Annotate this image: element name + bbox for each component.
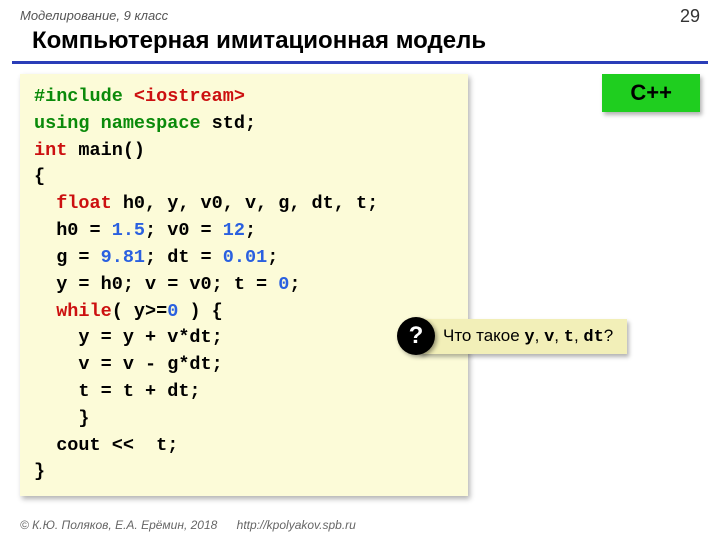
code-line: #include <iostream> [34,84,454,111]
code-line: cout << t; [34,433,454,460]
language-badge: C++ [602,74,700,112]
code-line: float h0, y, v0, v, g, dt, t; [34,191,454,218]
footer: © К.Ю. Поляков, Е.А. Ерёмин, 2018 http:/… [20,518,356,532]
content-area: C++ #include <iostream> using namespace … [0,74,720,496]
subject-label: Моделирование, 9 класс [0,0,720,23]
code-line: { [34,164,454,191]
code-line: g = 9.81; dt = 0.01; [34,245,454,272]
question-text: Что такое y, v, t, dt? [419,319,627,354]
code-line: h0 = 1.5; v0 = 12; [34,218,454,245]
code-line: t = t + dt; [34,379,454,406]
code-line: y = h0; v = v0; t = 0; [34,272,454,299]
code-line: int main() [34,138,454,165]
code-line: } [34,459,454,486]
footer-url: http://kpolyakov.spb.ru [237,518,356,532]
page-number: 29 [680,6,700,27]
code-line: y = y + v*dt; [34,325,454,352]
code-block: #include <iostream> using namespace std;… [20,74,468,496]
copyright: © К.Ю. Поляков, Е.А. Ерёмин, 2018 [20,518,217,532]
code-line: v = v - g*dt; [34,352,454,379]
code-line: } [34,406,454,433]
question-mark-icon: ? [397,317,435,355]
question-callout: ? Что такое y, v, t, dt? [397,317,627,355]
code-line: using namespace std; [34,111,454,138]
code-line: while( y>=0 ) { [34,299,454,326]
page-title: Компьютерная имитационная модель [12,23,708,64]
